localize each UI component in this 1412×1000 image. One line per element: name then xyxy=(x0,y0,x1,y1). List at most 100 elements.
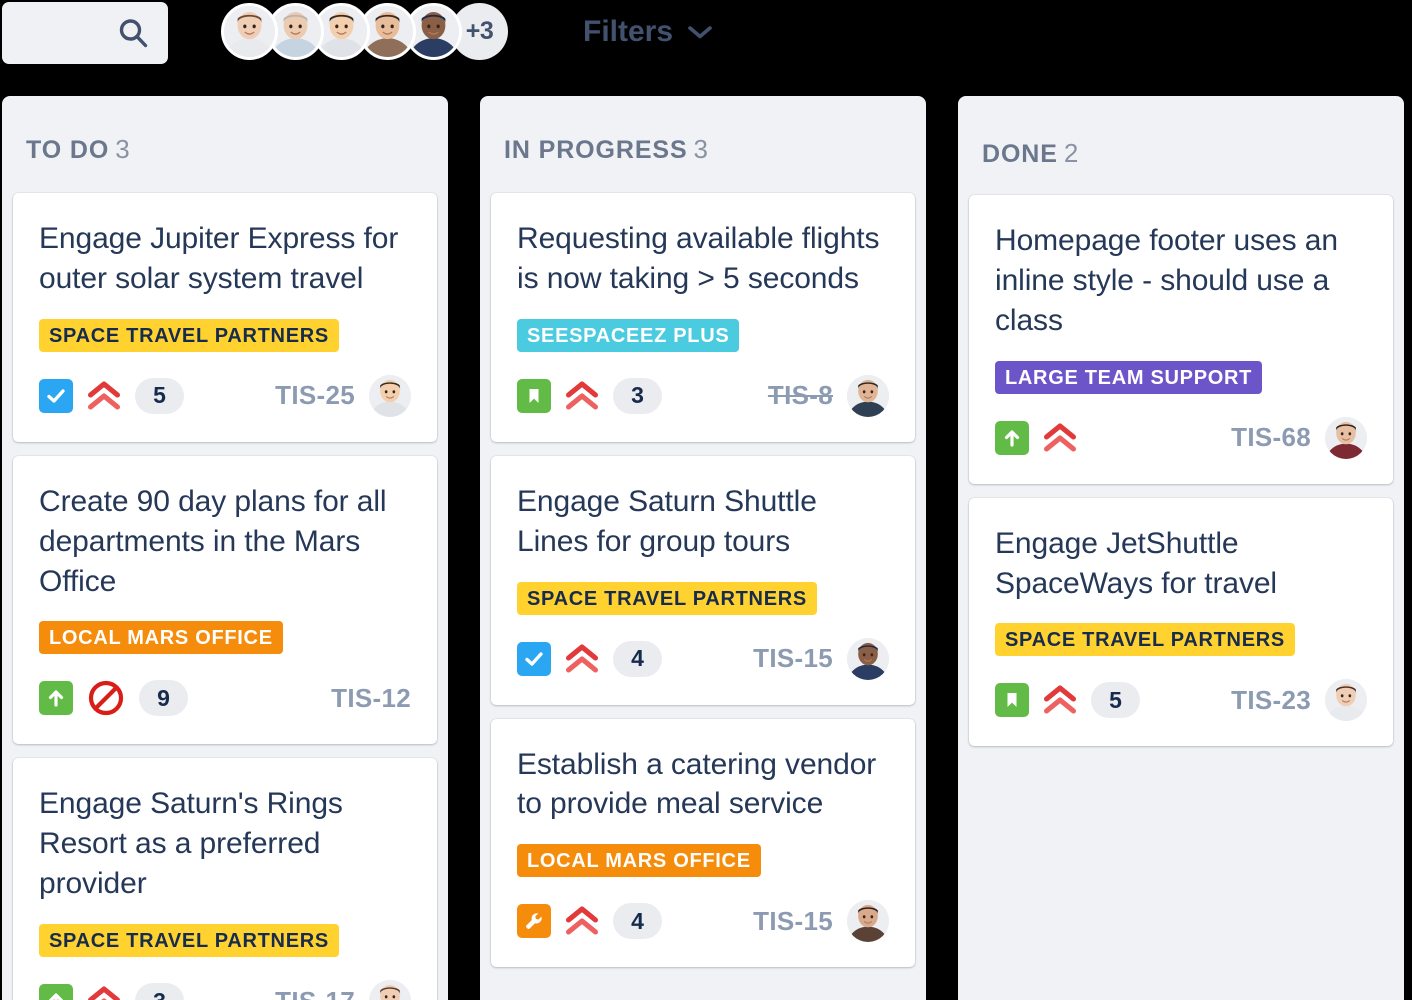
card-footer: 3 TIS-8 xyxy=(517,374,889,418)
issue-label[interactable]: SPACE TRAVEL PARTNERS xyxy=(995,623,1295,657)
issue-card[interactable]: Homepage footer uses an inline style - s… xyxy=(969,195,1393,484)
assignee-avatar[interactable] xyxy=(369,374,411,417)
issue-label[interactable]: LOCAL MARS OFFICE xyxy=(517,844,761,878)
issue-key[interactable]: TIS-15 xyxy=(753,906,833,937)
story-arrow-icon xyxy=(39,681,73,716)
filters-label: Filters xyxy=(583,15,674,48)
issue-card[interactable]: Engage JetShuttle SpaceWays for travel SP… xyxy=(969,497,1393,747)
assignee-avatar[interactable] xyxy=(369,980,411,1000)
board-toolbar: +3 Filters xyxy=(0,0,1412,96)
priority-highest-icon xyxy=(1043,423,1077,453)
assignee-avatar[interactable] xyxy=(1325,416,1367,459)
card-meta-left: 9 xyxy=(39,679,188,717)
issue-card[interactable]: Create 90 day plans for all departments … xyxy=(13,455,437,745)
issue-key[interactable]: TIS-68 xyxy=(1231,422,1311,453)
card-list: Requesting available flights is now taki… xyxy=(480,193,926,968)
card-list: Engage Jupiter Express for outer solar s… xyxy=(2,193,448,1000)
issue-title: Establish a catering vendor to provide m… xyxy=(517,747,877,821)
epic-bookmark-icon xyxy=(517,378,551,413)
card-meta-left: 3 xyxy=(39,983,184,1000)
avatar-group[interactable]: +3 xyxy=(221,3,508,60)
issue-label[interactable]: LARGE TEAM SUPPORT xyxy=(995,360,1263,394)
column-count: 3 xyxy=(693,134,709,164)
priority-highest-icon xyxy=(565,644,599,674)
card-meta-left: 5 xyxy=(995,682,1140,719)
search-input[interactable] xyxy=(2,2,168,64)
issue-key[interactable]: TIS-12 xyxy=(331,683,411,714)
column-header: DONE 2 xyxy=(958,96,1404,195)
task-checkbox-icon xyxy=(39,378,73,413)
issue-card[interactable]: Engage Saturn Shuttle Lines for group to… xyxy=(491,455,915,705)
story-points-badge: 4 xyxy=(613,903,662,940)
card-meta-right: TIS-15 xyxy=(753,637,889,680)
board-column-done: DONE 2 Homepage footer uses an inline styl… xyxy=(958,96,1404,1000)
card-meta-left: 4 xyxy=(517,903,662,940)
card-meta-right: TIS-23 xyxy=(1231,679,1367,722)
task-checkbox-icon xyxy=(517,641,551,676)
issue-card[interactable]: Engage Saturn's Rings Resort as a prefer… xyxy=(13,758,437,1000)
issue-card[interactable]: Requesting available flights is now taki… xyxy=(491,193,915,442)
card-footer: 5 TIS-25 xyxy=(39,374,411,418)
story-points-badge: 3 xyxy=(135,983,184,1000)
card-meta-right: TIS-15 xyxy=(753,900,889,943)
assignee-avatar[interactable] xyxy=(847,637,889,680)
chevron-down-icon xyxy=(687,24,713,40)
issue-label[interactable]: LOCAL MARS OFFICE xyxy=(39,621,283,655)
priority-highest-icon xyxy=(565,381,599,411)
issue-label[interactable]: SEESPACEEZ PLUS xyxy=(517,318,740,352)
card-meta-right: TIS-8 xyxy=(768,374,889,417)
story-points-badge: 9 xyxy=(139,680,188,717)
card-meta-right: TIS-12 xyxy=(331,683,411,714)
column-count: 2 xyxy=(1063,138,1079,168)
assignee-avatar[interactable] xyxy=(847,900,889,943)
issue-label[interactable]: SPACE TRAVEL PARTNERS xyxy=(517,581,817,615)
story-arrow-icon xyxy=(995,420,1029,455)
issue-title: Engage Saturn's Rings Resort as a prefer… xyxy=(39,787,343,901)
issue-label[interactable]: SPACE TRAVEL PARTNERS xyxy=(39,318,339,352)
card-footer: TIS-68 xyxy=(995,416,1367,460)
issue-title: Engage Jupiter Express for outer solar s… xyxy=(39,222,399,295)
card-meta-right: TIS-68 xyxy=(1231,416,1367,459)
column-header: IN PROGRESS 3 xyxy=(480,96,926,193)
issue-title: Homepage footer uses an inline style - s… xyxy=(995,224,1338,337)
avatar[interactable] xyxy=(221,3,278,60)
column-count: 3 xyxy=(115,134,130,164)
assignee-avatar[interactable] xyxy=(847,374,889,417)
issue-key[interactable]: TIS-25 xyxy=(275,380,355,411)
filters-dropdown[interactable]: Filters xyxy=(583,15,713,49)
assignee-avatar[interactable] xyxy=(1325,679,1367,722)
story-arrow-icon xyxy=(39,984,73,1000)
card-meta-right: TIS-17 xyxy=(275,980,411,1000)
issue-key[interactable]: TIS-17 xyxy=(275,986,355,1000)
card-list: Homepage footer uses an inline style - s… xyxy=(958,195,1404,747)
card-meta-left: 3 xyxy=(517,377,662,414)
priority-highest-icon xyxy=(1043,685,1077,715)
card-footer: 4 TIS-15 xyxy=(517,637,889,681)
priority-highest-icon xyxy=(565,906,599,936)
blocked-icon xyxy=(87,679,125,717)
column-title: DONE xyxy=(982,140,1058,168)
issue-key[interactable]: TIS-15 xyxy=(753,643,833,674)
epic-bookmark-icon xyxy=(995,683,1029,718)
card-footer: 5 TIS-23 xyxy=(995,678,1367,722)
card-meta-left: 5 xyxy=(39,377,184,414)
board-column-in-progress: IN PROGRESS 3 Requesting available flights… xyxy=(480,96,926,1000)
story-points-badge: 5 xyxy=(1091,682,1140,719)
story-points-badge: 4 xyxy=(613,640,662,677)
bug-wrench-icon xyxy=(517,904,551,939)
issue-title: Requesting available flights is now taki… xyxy=(517,222,880,295)
column-title: IN PROGRESS xyxy=(504,136,688,164)
issue-key[interactable]: TIS-8 xyxy=(768,380,833,411)
card-meta-right: TIS-25 xyxy=(275,374,411,417)
issue-key[interactable]: TIS-23 xyxy=(1231,685,1311,716)
issue-label[interactable]: SPACE TRAVEL PARTNERS xyxy=(39,924,339,958)
column-title: TO DO xyxy=(26,136,110,164)
issue-title: Engage JetShuttle SpaceWays for travel xyxy=(995,526,1277,600)
issue-card[interactable]: Engage Jupiter Express for outer solar s… xyxy=(13,193,437,442)
card-meta-left xyxy=(995,420,1077,455)
issue-title: Create 90 day plans for all departments … xyxy=(39,484,387,598)
issue-title: Engage Saturn Shuttle Lines for group to… xyxy=(517,484,817,558)
story-points-badge: 3 xyxy=(613,377,662,414)
issue-card[interactable]: Establish a catering vendor to provide m… xyxy=(491,718,915,968)
card-footer: 9 TIS-12 xyxy=(39,676,411,720)
